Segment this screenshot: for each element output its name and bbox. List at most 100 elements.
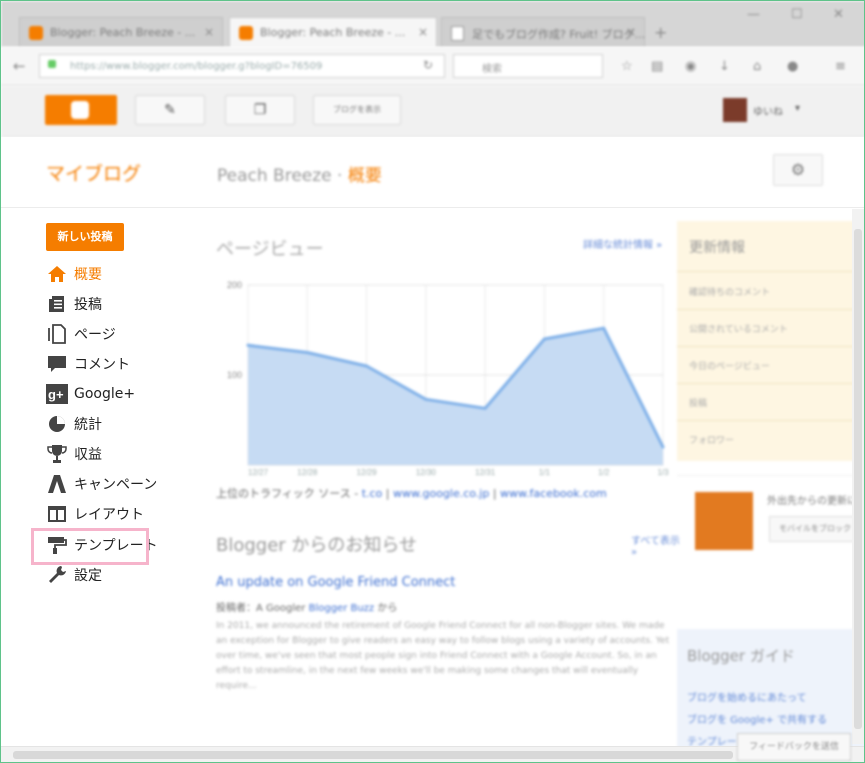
new-post-button[interactable]: 新しい投稿 (46, 223, 124, 251)
menu-icon[interactable]: ≡ (835, 59, 846, 74)
home-icon (48, 266, 66, 282)
window-close-icon[interactable]: ✕ (833, 7, 844, 22)
sidebar-item-label: 設定 (74, 568, 102, 584)
sidebar-item-label: コメント (74, 357, 130, 373)
blogger-logo-button[interactable] (45, 95, 117, 125)
vertical-scrollbar[interactable] (852, 209, 864, 744)
chart-point (305, 351, 309, 354)
home-button-icon[interactable]: ⌂ (753, 59, 761, 74)
title-row: マイブログ Peach Breeze · 概要 ⚙ (1, 137, 864, 208)
sidebar-item-overview[interactable]: 概要 (46, 264, 102, 288)
scrollbar-thumb[interactable] (13, 751, 733, 759)
horizontal-scrollbar[interactable] (1, 746, 864, 762)
updates-item[interactable]: 投稿 (689, 396, 707, 409)
chart-point (246, 343, 250, 347)
sidebar-item-google-plus[interactable]: g+ Google+ (46, 384, 135, 408)
sidebar-item-settings[interactable]: 設定 (46, 565, 102, 589)
copy-icon: ❐ (253, 102, 267, 118)
search-placeholder: 検索 (482, 64, 502, 75)
posts-list-button[interactable]: ❐ (225, 95, 295, 125)
maximize-icon[interactable]: ☐ (791, 7, 803, 22)
close-icon[interactable]: × (204, 25, 214, 39)
news-article-link[interactable]: An update on Google Friend Connect (216, 575, 455, 590)
blogger-header: ✎ ❐ ブログを表示 ゆいね ▾ (1, 86, 864, 137)
divider (677, 420, 864, 421)
wrench-icon (49, 566, 66, 583)
tab-title: 足でもブログ作成? Fruit! ブログ... (472, 28, 645, 41)
document-favicon-icon (451, 26, 464, 41)
close-icon[interactable]: × (418, 25, 428, 39)
tab-blogger-1[interactable]: Blogger: Peach Breeze - ... × (19, 17, 223, 47)
search-field[interactable]: 検索 (453, 54, 603, 78)
chart-area (248, 328, 663, 465)
new-post-pencil-button[interactable]: ✎ (135, 95, 205, 125)
chart-x-tick-label: 1/2 (598, 468, 610, 477)
blogger-book-icon (695, 492, 753, 550)
new-tab-icon[interactable]: + (654, 23, 667, 42)
avatar[interactable] (723, 98, 747, 122)
news-see-all-link[interactable]: すべて表示 » (631, 532, 681, 558)
scrollbar-thumb[interactable] (854, 229, 862, 729)
tab-other[interactable]: 足でもブログ作成? Fruit! ブログ... × (441, 17, 645, 47)
reload-icon[interactable]: ↻ (423, 58, 433, 72)
chart-x-tick-label: 1/3 (657, 468, 669, 477)
chevron-down-icon[interactable]: ▾ (795, 103, 800, 114)
close-icon[interactable]: × (626, 25, 636, 39)
guide-link[interactable]: ブログを Google+ で共有する (687, 711, 827, 726)
chart-point (542, 337, 546, 341)
pencil-icon: ✎ (164, 102, 176, 118)
chart-point (365, 364, 369, 368)
extension-icon[interactable]: ● (787, 59, 798, 74)
view-blog-button[interactable]: ブログを表示 (313, 95, 401, 125)
tab-blogger-2[interactable]: Blogger: Peach Breeze - ... × (229, 17, 437, 47)
sidebar-item-label: 概要 (74, 267, 102, 283)
pageviews-title: ページビュー (216, 239, 324, 260)
stats-details-link[interactable]: 詳細な統計情報 » (583, 236, 662, 251)
user-name[interactable]: ゆいね (753, 103, 783, 118)
settings-gear-button[interactable]: ⚙ (773, 154, 823, 186)
sidebar-item-label: レイアウト (74, 507, 144, 523)
mobile-promo: 外出先からの更新に モバイルをブロック (677, 475, 864, 606)
url-bar[interactable]: https://www.blogger.com/blogger.g?blogID… (39, 54, 445, 78)
my-blog-link[interactable]: マイブログ (46, 159, 141, 186)
sidebar-item-stats[interactable]: 統計 (46, 414, 102, 438)
minimize-icon[interactable]: — (747, 7, 760, 22)
back-icon[interactable]: ← (13, 57, 26, 75)
download-icon[interactable]: ↓ (719, 59, 730, 74)
pocket-icon[interactable]: ◉ (685, 59, 696, 74)
news-byline: 投稿者：A Googler Blogger Buzz から (216, 599, 397, 614)
chart-x-tick-label: 1/1 (539, 468, 551, 477)
updates-item[interactable]: 今日のページビュー (689, 359, 770, 372)
sidebar-item-campaigns[interactable]: キャンペーン (46, 474, 157, 498)
promo-button[interactable]: モバイルをブロック (769, 516, 861, 542)
updates-item[interactable]: フォロワー (689, 433, 734, 446)
blog-name[interactable]: Peach Breeze (217, 166, 332, 186)
sidebar-item-label: 統計 (74, 417, 102, 433)
referrer-link[interactable]: www.google.co.jp (393, 487, 489, 500)
updates-item[interactable]: 確認待ちのコメント (689, 285, 770, 298)
feedback-button[interactable]: フィードバックを送信 (737, 733, 851, 761)
byline-source-link[interactable]: Blogger Buzz (309, 603, 375, 614)
sidebar-item-pages[interactable]: ページ (46, 324, 116, 348)
pageviews-chart: 100 200 12/27 12/28 12/29 12/30 12/31 1/1 1/2 1/3 (227, 280, 669, 477)
byline-author: 投稿者：A Googler (216, 603, 306, 614)
referrer-link[interactable]: www.facebook.com (500, 487, 607, 500)
sidebar-item-earnings[interactable]: 収益 (46, 444, 102, 468)
sidebar-item-posts[interactable]: 投稿 (46, 294, 102, 318)
updates-panel: 更新情報 確認待ちのコメント 公開されているコメント 今日のページビュー 投稿 … (677, 221, 864, 461)
sidebar-item-layout[interactable]: レイアウト (46, 504, 144, 528)
referrer-link[interactable]: t.co (362, 487, 383, 500)
lock-icon (48, 60, 56, 68)
updates-item[interactable]: 公開されているコメント (689, 322, 788, 335)
guide-link[interactable]: ブログを始めるにあたって (687, 689, 807, 704)
adwords-icon (48, 475, 66, 493)
chart-y-tick-label: 100 (227, 370, 242, 380)
blogger-guide: Blogger ガイド ブログを始めるにあたって ブログを Google+ で共… (677, 629, 864, 749)
chart-x-tick-label: 12/27 (248, 468, 269, 477)
bookmark-star-icon[interactable]: ☆ (621, 59, 633, 74)
divider (677, 383, 864, 384)
news-title: Blogger からのお知らせ (216, 535, 418, 556)
google-plus-icon: g+ (46, 384, 68, 404)
sidebar-item-comments[interactable]: コメント (46, 354, 130, 378)
library-icon[interactable]: ▤ (651, 59, 663, 74)
